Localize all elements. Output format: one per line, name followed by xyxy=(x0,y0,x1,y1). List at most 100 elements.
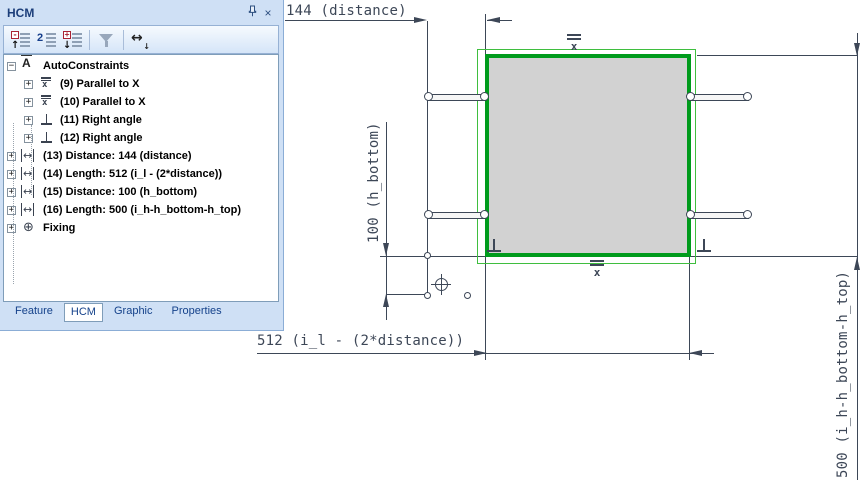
expand-box-icon[interactable]: + xyxy=(7,151,16,161)
arrowhead xyxy=(414,17,427,23)
tree-item-label: (16) Length: 500 (i_h-h_bottom-h_top) xyxy=(43,204,241,216)
tree-item-label: (15) Distance: 100 (h_bottom) xyxy=(43,186,198,198)
joint-circle xyxy=(742,210,752,219)
rod-left-top[interactable] xyxy=(428,94,486,101)
filter-icon[interactable] xyxy=(97,31,116,49)
plus-badge-icon: + xyxy=(63,29,71,39)
arrowhead xyxy=(383,294,389,307)
fixing-cross xyxy=(440,274,442,295)
pin-icon xyxy=(248,5,256,17)
rod-right-bottom[interactable] xyxy=(690,212,749,219)
pin-icon[interactable] xyxy=(244,5,260,20)
extension-line xyxy=(689,255,690,360)
collapse-box-icon[interactable]: − xyxy=(7,61,16,71)
tree-item[interactable]: + (11) Right angle xyxy=(4,111,278,129)
tree-item-label: (14) Length: 512 (i_l - (2*distance)) xyxy=(43,168,223,180)
distance-icon: ↔ xyxy=(21,184,40,200)
tree-item-label: Fixing xyxy=(43,222,76,234)
tree-item[interactable]: + ↔ (14) Length: 512 (i_l - (2*distance)) xyxy=(4,165,278,183)
distance-icon: ↔ xyxy=(21,203,35,216)
tree-item[interactable]: + ↔ (15) Distance: 100 (h_bottom) xyxy=(4,183,278,201)
fixing-icon: ⊕ xyxy=(23,220,34,235)
extension-line xyxy=(386,294,428,295)
tree-item-label: (13) Distance: 144 (distance) xyxy=(43,150,192,162)
tree-item[interactable]: + x (9) Parallel to X xyxy=(4,75,278,93)
list-lines-icon xyxy=(72,32,82,47)
dimension-line xyxy=(285,20,423,21)
tree-item[interactable]: + ↔ (13) Distance: 144 (distance) xyxy=(4,147,278,165)
parallel-x-glyph: x xyxy=(593,266,601,279)
list-lines-icon xyxy=(20,32,30,47)
point-circle xyxy=(464,292,471,299)
panel-toolbar: - ↑ 2 + ↓ ↔ ↓ xyxy=(3,25,279,54)
rod-left-bottom[interactable] xyxy=(428,212,486,219)
parallel-to-x-symbol: x xyxy=(567,34,581,52)
autoconstraint-icon: A xyxy=(21,55,40,74)
tab-properties[interactable]: Properties xyxy=(164,303,230,320)
parallel-to-x-symbol: x xyxy=(590,260,604,278)
tree-item[interactable]: + ↔ (16) Length: 500 (i_h-h_bottom-h_top) xyxy=(4,201,278,219)
autoconstraint-icon: A xyxy=(21,55,32,70)
point-circle xyxy=(423,291,431,299)
parallel-x-icon: x xyxy=(38,94,51,108)
joint-circle xyxy=(479,92,489,101)
dimension-label-h-bottom[interactable]: 100 (h_bottom) xyxy=(366,122,382,243)
tree-item-label: (11) Right angle xyxy=(60,114,142,126)
parallel-x-icon: x xyxy=(38,94,57,110)
expand-box-icon[interactable]: + xyxy=(7,223,16,233)
distance-icon: ↔ xyxy=(21,167,35,180)
tab-graphic[interactable]: Graphic xyxy=(106,303,161,320)
tree-item[interactable]: + x (10) Parallel to X xyxy=(4,93,278,111)
point-circle xyxy=(424,252,431,259)
tab-hcm[interactable]: HCM xyxy=(63,303,103,322)
close-icon[interactable]: × xyxy=(260,6,276,20)
dimension-label-length[interactable]: 512 (i_l - (2*distance)) xyxy=(257,333,464,349)
tab-feature[interactable]: Feature xyxy=(7,303,61,320)
distance-icon: ↔ xyxy=(21,148,40,164)
small-down-arrow-icon: ↓ xyxy=(143,41,150,51)
collapse-all-icon[interactable]: - ↑ xyxy=(11,30,30,51)
up-arrow-icon: ↑ xyxy=(11,39,20,51)
extension-line xyxy=(697,55,858,56)
expand-box-icon[interactable]: + xyxy=(24,79,33,89)
panel-header[interactable]: HCM × xyxy=(0,0,283,25)
down-arrow-icon: ↓ xyxy=(63,39,72,51)
expand-all-icon[interactable]: + ↓ xyxy=(63,29,82,51)
right-angle-icon xyxy=(41,132,52,143)
tree-item[interactable]: + ⊕ Fixing xyxy=(4,219,278,237)
parallel-x-glyph: x xyxy=(570,40,578,53)
arrowhead xyxy=(383,243,389,256)
joint-circle xyxy=(686,210,695,219)
expand-box-icon[interactable]: + xyxy=(7,169,16,179)
arrowhead xyxy=(854,257,860,270)
joint-circle xyxy=(423,92,433,101)
panel-tab-bar: Feature HCM Graphic Properties xyxy=(0,300,283,330)
tree-item[interactable]: − A AutoConstraints xyxy=(4,55,278,75)
toolbar-separator xyxy=(89,29,90,50)
expand-level-2-icon[interactable]: 2 xyxy=(37,31,56,49)
expand-box-icon[interactable]: + xyxy=(7,205,16,215)
sketch-square[interactable] xyxy=(485,54,691,257)
expand-box-icon[interactable]: + xyxy=(24,97,33,107)
tree-item-label: AutoConstraints xyxy=(43,60,130,72)
dimension-label-height[interactable]: 500 (i_h-h_bottom-h_top) xyxy=(835,271,851,478)
arrowhead xyxy=(689,350,702,356)
funnel-stem xyxy=(105,40,108,47)
dimension-label-distance[interactable]: 144 (distance) xyxy=(286,3,407,19)
expand-box-icon[interactable]: + xyxy=(24,115,33,125)
app-window: 144 (distance) 100 (h_bottom) 512 (i_l -… xyxy=(0,0,865,480)
hcm-panel: HCM × - ↑ 2 + ↓ ↔ ↓ − A AutoConstraints … xyxy=(0,0,284,331)
arrowhead xyxy=(487,17,500,23)
tree-connector xyxy=(13,123,14,284)
level-2-label: 2 xyxy=(37,31,44,44)
distance-icon: ↔ xyxy=(21,149,35,162)
tree-item[interactable]: + (12) Right angle xyxy=(4,129,278,147)
fit-width-icon[interactable]: ↔ ↓ xyxy=(131,30,150,51)
rod-right-top[interactable] xyxy=(690,94,749,101)
fixing-icon: ⊕ xyxy=(21,220,40,236)
parallel-x-icon: x xyxy=(38,76,57,92)
right-angle-icon xyxy=(38,112,57,128)
parallel-x-icon: x xyxy=(38,76,51,90)
right-angle-icon xyxy=(41,114,52,125)
expand-box-icon[interactable]: + xyxy=(7,187,16,197)
